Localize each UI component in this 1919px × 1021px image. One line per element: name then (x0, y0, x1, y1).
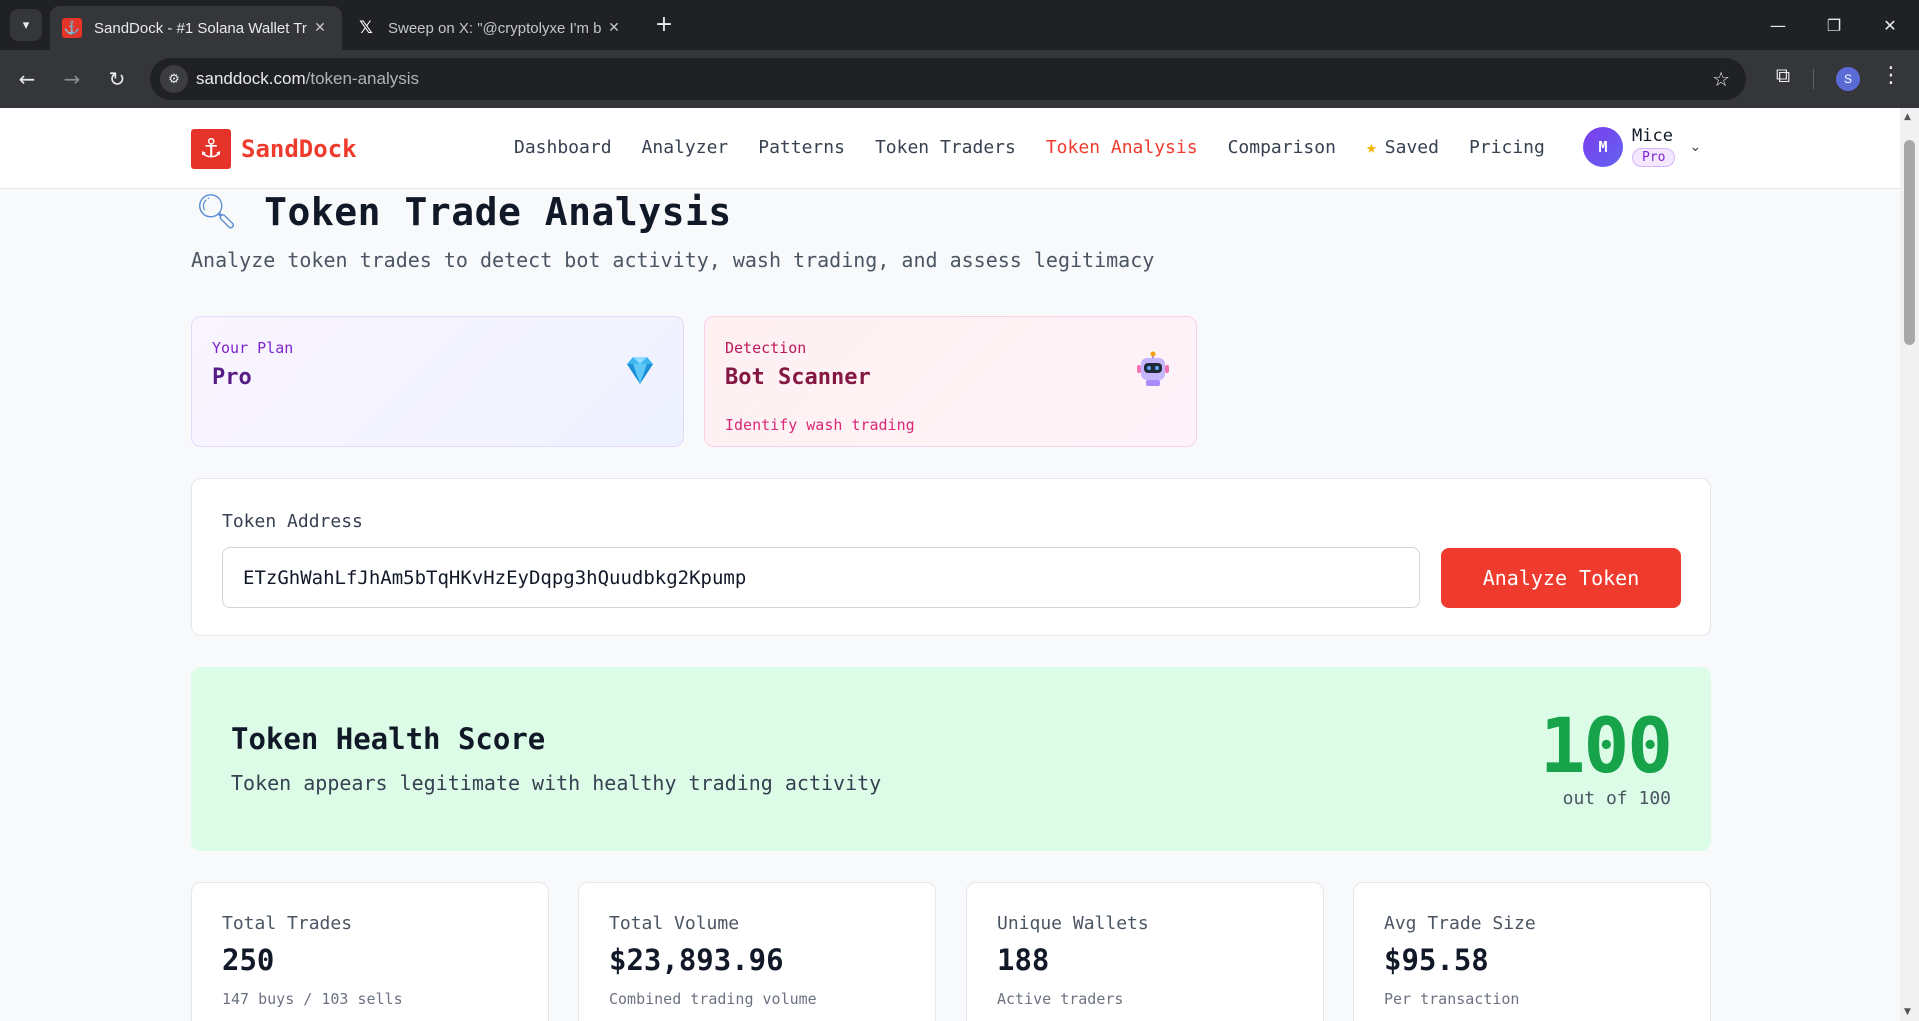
scrollbar-thumb[interactable] (1904, 140, 1915, 345)
close-icon[interactable]: ✕ (310, 20, 330, 36)
chevron-down-icon: ⌄ (1689, 138, 1702, 155)
nav-patterns[interactable]: Patterns (758, 137, 845, 158)
x-logo-icon: 𝕏 (359, 18, 373, 38)
bookmark-star-icon[interactable]: ☆ (1712, 67, 1730, 91)
page-heading: Token Trade Analysis (264, 190, 732, 234)
close-icon[interactable]: ✕ (604, 20, 624, 36)
nav-saved-label: Saved (1384, 137, 1439, 158)
chevron-down-icon: ▾ (22, 17, 30, 33)
restore-icon[interactable]: ❐ (1806, 0, 1862, 50)
back-icon[interactable]: ← (11, 63, 43, 95)
detection-card-value: Bot Scanner (725, 365, 871, 390)
nav-pricing[interactable]: Pricing (1469, 137, 1545, 158)
tab-title: Sweep on X: "@cryptolyxe I'm b (388, 19, 602, 37)
star-icon: ★ (1365, 137, 1377, 158)
stat-value: 188 (997, 943, 1050, 977)
url-path: /token-analysis (305, 69, 420, 88)
new-tab-icon[interactable]: + (650, 11, 678, 39)
stat-sub: Active traders (997, 990, 1124, 1008)
browser-tab-bar: ▾ ⚓ SandDock - #1 Solana Wallet Tr ✕ 𝕏 S… (0, 0, 1919, 50)
detection-card-sub: Identify wash trading (725, 416, 915, 434)
forward-icon[interactable]: → (56, 63, 88, 95)
page-viewport: ⚓ SandDock Dashboard Analyzer Patterns T… (0, 108, 1900, 1021)
scroll-up-icon[interactable]: ▲ (1904, 112, 1911, 122)
robot-icon (1134, 351, 1172, 389)
site-header: ⚓ SandDock Dashboard Analyzer Patterns T… (0, 108, 1900, 189)
page-scrollbar[interactable]: ▲ ▼ (1900, 108, 1919, 1021)
logo[interactable]: ⚓ SandDock (191, 129, 357, 169)
browser-toolbar: ← → ↻ ⚙ sanddock.com/token-analysis ☆ ⧉ … (0, 50, 1919, 108)
logo-text: SandDock (241, 135, 357, 163)
detection-card: Detection Bot Scanner Identify wash trad… (704, 316, 1197, 447)
nav-comparison[interactable]: Comparison (1228, 137, 1336, 158)
user-info: Mice Pro (1632, 126, 1676, 167)
page-title: 🔍︎ Token Trade Analysis (195, 190, 732, 234)
url-domain: sanddock.com (196, 69, 306, 88)
avatar: M (1583, 126, 1623, 167)
address-bar[interactable]: ⚙ sanddock.com/token-analysis ☆ (150, 58, 1746, 100)
site-info-icon[interactable]: ⚙ (160, 65, 188, 93)
reload-icon[interactable]: ↻ (101, 63, 133, 95)
tab-search-button[interactable]: ▾ (10, 9, 42, 41)
stat-label: Unique Wallets (997, 913, 1149, 934)
stat-sub: Per transaction (1384, 990, 1520, 1008)
stat-card-total-volume: Total Volume $23,893.96 Combined trading… (578, 882, 936, 1021)
toolbar-divider (1813, 69, 1814, 89)
health-score-title: Token Health Score (231, 722, 546, 756)
stat-sub: 147 buys / 103 sells (222, 990, 403, 1008)
gem-icon (621, 351, 659, 389)
stat-value: $23,893.96 (609, 943, 784, 977)
stat-label: Total Trades (222, 913, 353, 934)
extensions-icon[interactable]: ⧉ (1768, 63, 1798, 93)
sanddock-favicon-icon: ⚓ (62, 18, 82, 38)
url-text[interactable]: sanddock.com/token-analysis (196, 69, 419, 89)
minimize-icon[interactable]: — (1750, 0, 1806, 50)
stat-card-avg-trade-size: Avg Trade Size $95.58 Per transaction (1353, 882, 1711, 1021)
health-score-max: out of 100 (1562, 788, 1671, 809)
close-window-icon[interactable]: ✕ (1862, 0, 1918, 50)
health-score-panel: Token Health Score Token appears legitim… (191, 667, 1711, 851)
main-nav: Dashboard Analyzer Patterns Token Trader… (514, 137, 1545, 158)
user-name: Mice (1632, 126, 1673, 146)
plan-badge: Pro (1632, 148, 1676, 167)
nav-analyzer[interactable]: Analyzer (642, 137, 729, 158)
nav-saved[interactable]: ★ Saved (1366, 137, 1439, 158)
analyze-token-button[interactable]: Analyze Token (1441, 548, 1681, 608)
stat-label: Total Volume (609, 913, 740, 934)
anchor-icon: ⚓ (191, 129, 231, 169)
stat-sub: Combined trading volume (609, 990, 817, 1008)
browser-tab-x[interactable]: 𝕏 Sweep on X: "@cryptolyxe I'm b ✕ (344, 6, 636, 50)
nav-token-traders[interactable]: Token Traders (875, 137, 1016, 158)
health-score-description: Token appears legitimate with healthy tr… (231, 771, 882, 795)
token-address-label: Token Address (222, 511, 363, 532)
token-address-input[interactable] (222, 547, 1420, 608)
nav-dashboard[interactable]: Dashboard (514, 137, 612, 158)
scroll-down-icon[interactable]: ▼ (1904, 1007, 1911, 1017)
plan-card: Your Plan Pro (191, 316, 684, 447)
page-subtitle: Analyze token trades to detect bot activ… (191, 248, 1155, 272)
tab-title: SandDock - #1 Solana Wallet Tr (94, 19, 307, 37)
detection-card-label: Detection (725, 339, 807, 357)
stat-card-total-trades: Total Trades 250 147 buys / 103 sells (191, 882, 549, 1021)
magnifying-glass-icon: 🔍︎ (195, 192, 239, 232)
stat-card-unique-wallets: Unique Wallets 188 Active traders (966, 882, 1324, 1021)
health-score-value: 100 (1539, 701, 1673, 790)
user-menu[interactable]: M Mice Pro ⌄ (1583, 126, 1701, 167)
stat-label: Avg Trade Size (1384, 913, 1536, 934)
profile-avatar[interactable]: S (1836, 67, 1860, 91)
stat-value: 250 (222, 943, 275, 977)
stat-value: $95.58 (1384, 943, 1489, 977)
browser-tab-sanddock[interactable]: ⚓ SandDock - #1 Solana Wallet Tr ✕ (50, 6, 342, 50)
menu-kebab-icon[interactable]: ⋮ (1880, 63, 1902, 88)
token-address-panel: Token Address Analyze Token (191, 478, 1711, 636)
plan-card-label: Your Plan (212, 339, 294, 357)
plan-card-value: Pro (212, 365, 252, 390)
nav-token-analysis[interactable]: Token Analysis (1046, 137, 1198, 158)
